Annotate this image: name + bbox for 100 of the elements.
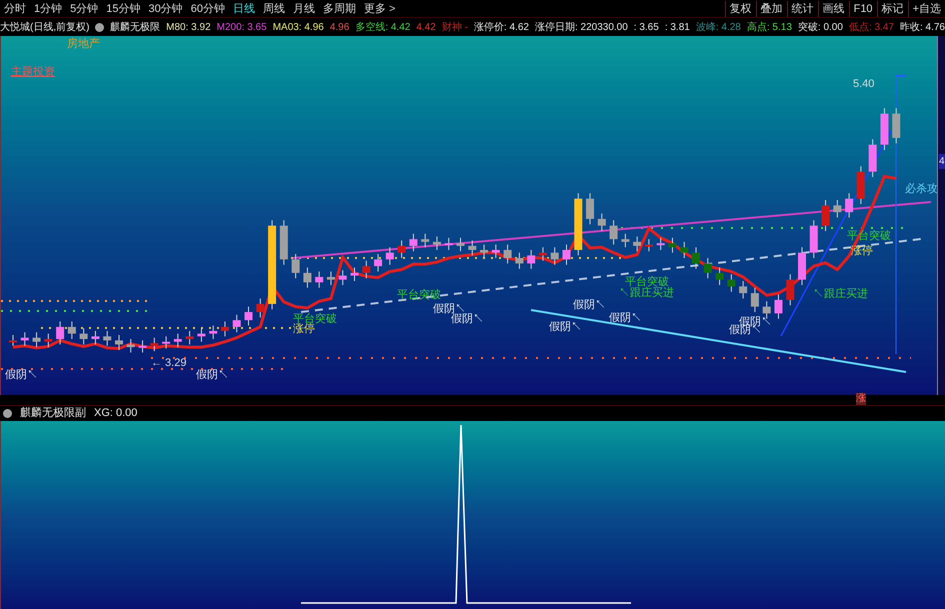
candlestick — [762, 300, 771, 320]
candlestick — [444, 237, 453, 250]
chart-annotation: 假阴↖ — [451, 314, 484, 325]
candlestick — [138, 340, 147, 354]
indicator-name: 麒麟无极限 — [110, 20, 160, 34]
chart-annotation: 平台突破 — [625, 277, 669, 288]
candlestick — [550, 246, 559, 266]
indicator-value: 低点: 3.47 — [848, 20, 894, 34]
chart-annotation: 假阴↖ — [609, 313, 642, 324]
limit-up-marker: 涨 — [856, 393, 866, 405]
candlestick — [432, 236, 441, 250]
candlestick — [468, 240, 476, 256]
candlestick — [880, 108, 888, 151]
toolbar-button[interactable]: 复权 — [724, 0, 756, 16]
indicator-value: MA03: 4.96 — [272, 20, 324, 34]
candlestick — [868, 138, 877, 178]
candlestick — [892, 108, 900, 144]
candlestick — [822, 200, 830, 232]
period-tab[interactable]: 多周期 — [319, 0, 360, 16]
toolbar-button[interactable]: 画线 — [818, 0, 849, 16]
candlestick — [280, 220, 288, 266]
candlestick — [362, 260, 370, 279]
candlestick — [9, 334, 17, 346]
chart-annotation: 平台突破 — [293, 314, 337, 325]
candlestick — [386, 246, 394, 266]
candlestick — [621, 233, 630, 248]
candlestick — [856, 166, 865, 205]
axis-label: 4 — [939, 154, 945, 169]
candlestick — [292, 254, 300, 279]
toolbar-button[interactable]: 标记 — [876, 0, 908, 16]
indicator-icon[interactable] — [95, 22, 104, 32]
period-tab[interactable]: 15分钟 — [102, 0, 144, 16]
candlestick — [303, 267, 312, 288]
indicator-value: 波峰: 4.28 — [696, 20, 741, 34]
candlestick — [680, 241, 688, 259]
period-tab[interactable]: 1分钟 — [30, 0, 66, 16]
toolbar-button[interactable]: 叠加 — [756, 0, 787, 16]
candlestick — [256, 298, 264, 318]
candlestick — [103, 330, 112, 346]
indicator-icon[interactable] — [3, 409, 12, 418]
candlestick — [774, 294, 782, 320]
indicator-value: 多空线: 4.42 — [355, 20, 410, 34]
candlestick — [633, 236, 642, 252]
candlestick — [398, 240, 406, 259]
candlestick — [656, 237, 665, 250]
period-tab[interactable]: 60分钟 — [186, 0, 229, 16]
toolbar-button[interactable]: F10 — [848, 0, 877, 16]
theme-tag: 主题投资 — [11, 64, 55, 80]
chart-annotation: 假阴↖ — [5, 370, 38, 381]
candlestick — [644, 238, 653, 252]
candlestick — [326, 271, 335, 286]
indicator-value: : 3.81 — [664, 20, 690, 34]
sub-panel-value: XG: 0.00 — [94, 406, 138, 422]
toolbar-button[interactable]: 统计 — [786, 0, 818, 16]
candlestick — [527, 249, 536, 270]
chart-annotation: 平台突破 — [397, 290, 441, 301]
period-tab[interactable]: 30分钟 — [144, 0, 187, 16]
candlestick — [480, 244, 488, 259]
candlestick — [244, 306, 253, 326]
candlestick — [739, 280, 748, 300]
candlestick — [186, 330, 194, 345]
candlestick — [504, 244, 512, 264]
chart-annotation: 涨停 — [293, 324, 315, 335]
indicator-value: 突破: 0.00 — [798, 20, 843, 34]
stock-name: 大悦城(日线,前复权) — [0, 20, 90, 34]
chart-annotation: ↖跟庄买进 — [813, 289, 868, 300]
candlestick — [786, 274, 794, 306]
candlestick — [833, 200, 842, 218]
candlestick — [716, 267, 724, 286]
sub-panel-title: 麒麟无极限副 — [20, 406, 86, 422]
indicator-value: 昨收: 4.76 — [900, 20, 945, 34]
period-tab[interactable]: 5分钟 — [66, 0, 102, 16]
candlestick — [538, 246, 547, 262]
candlestick — [456, 237, 464, 252]
indicator-value: M80: 3.92 — [166, 20, 211, 34]
candlestick — [20, 332, 29, 346]
indicator-value: 涨停日期: 220330.00 — [534, 20, 628, 34]
indicator-value: 4.42 — [416, 20, 436, 34]
period-tab[interactable]: 分时 — [0, 0, 30, 16]
indicator-value: 涨停价: 4.62 — [474, 20, 529, 34]
candlestick — [598, 213, 606, 232]
candlestick — [704, 258, 712, 279]
candlestick — [162, 336, 170, 349]
candlestick — [750, 287, 759, 313]
period-tab[interactable]: 周线 — [259, 0, 289, 16]
candlestick — [562, 244, 570, 266]
chart-annotation: 假阴↖ — [549, 322, 582, 333]
period-tab[interactable]: 月线 — [289, 0, 319, 16]
candlestick — [68, 321, 76, 340]
candlestick — [209, 325, 218, 340]
period-tab[interactable]: 日线 — [229, 0, 259, 16]
period-tab[interactable]: 更多 > — [360, 0, 400, 16]
candlestick — [515, 252, 524, 270]
sector-tag: 房地产 — [67, 36, 100, 52]
candlestick — [126, 338, 135, 354]
toolbar-button[interactable]: +自选 — [908, 0, 945, 16]
candlestick — [409, 233, 418, 252]
candlestick — [727, 274, 736, 292]
chart-annotation: 必杀攻 — [905, 184, 938, 195]
chart-annotation: 假阴↖ — [573, 300, 606, 311]
